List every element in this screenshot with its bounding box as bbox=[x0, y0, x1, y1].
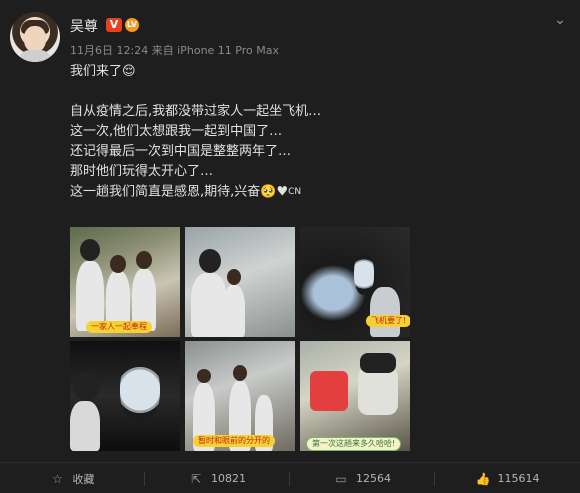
verified-badge-icon: V bbox=[106, 18, 122, 32]
photo-thumbnail[interactable]: 暂时和眼前的分开的 bbox=[185, 341, 295, 451]
repost-icon: ⇱ bbox=[190, 471, 202, 486]
level-badge-icon: LV bbox=[125, 18, 139, 32]
like-count: 115614 bbox=[497, 472, 540, 485]
thumbs-up-icon: 👍 bbox=[475, 471, 491, 486]
photo-caption: 飞机要了! bbox=[366, 315, 410, 327]
photo-caption: 第一次这趟来多久哈哈! bbox=[306, 437, 402, 451]
comment-count: 12564 bbox=[356, 472, 391, 485]
comment-icon: ▭ bbox=[335, 471, 347, 486]
photo-thumbnail[interactable]: 第一次这趟来多久哈哈! bbox=[300, 341, 410, 451]
post-line: 这一趟我们简直是感恩,期待,兴奋🥺♥CN bbox=[70, 184, 302, 200]
photo-thumbnail[interactable]: 一家人一起奉程 bbox=[70, 227, 180, 337]
post-meta: 11月6日 12:24 来自 iPhone 11 Pro Max bbox=[70, 44, 279, 57]
photo-thumbnail[interactable]: 飞机要了! bbox=[300, 227, 410, 337]
favorite-label: 收藏 bbox=[72, 472, 95, 486]
post-line: 那时他们玩得太开心了… bbox=[70, 164, 214, 179]
action-bar: ☆ 收藏 ⇱ 10821 ▭ 12564 👍 115614 bbox=[0, 464, 580, 493]
photo-thumbnail[interactable] bbox=[70, 341, 180, 451]
post-text: 我们来了😌 自从疫情之后,我都没带过家人一起坐飞机… 这一次,他们太想跟我一起到… bbox=[70, 62, 550, 203]
chevron-down-icon[interactable]: ⌄ bbox=[552, 12, 568, 28]
avatar[interactable] bbox=[10, 12, 60, 62]
repost-button[interactable]: ⇱ 10821 bbox=[145, 464, 290, 493]
weibo-post-card: 吴尊 V LV 11月6日 12:24 来自 iPhone 11 Pro Max… bbox=[0, 0, 580, 493]
like-button[interactable]: 👍 115614 bbox=[435, 464, 580, 493]
post-line: 这一次,他们太想跟我一起到中国了… bbox=[70, 124, 283, 139]
location-suffix: CN bbox=[288, 187, 302, 197]
favorite-button[interactable]: ☆ 收藏 bbox=[0, 464, 145, 493]
photo-thumbnail[interactable] bbox=[185, 227, 295, 337]
photo-caption: 一家人一起奉程 bbox=[86, 321, 152, 333]
repost-count: 10821 bbox=[211, 472, 246, 485]
photo-caption: 暂时和眼前的分开的 bbox=[193, 435, 275, 447]
comment-button[interactable]: ▭ 12564 bbox=[290, 464, 435, 493]
username[interactable]: 吴尊 bbox=[70, 16, 98, 36]
star-icon: ☆ bbox=[52, 471, 63, 486]
photo-grid: 一家人一起奉程 飞机要了! 暂时和眼前的分开的 第一次这趟来多久哈哈! bbox=[70, 227, 410, 451]
divider bbox=[0, 462, 580, 463]
post-line: 自从疫情之后,我都没带过家人一起坐飞机… bbox=[70, 104, 322, 119]
post-line: 我们来了😌 bbox=[70, 64, 136, 79]
post-line: 还记得最后一次到中国是整整两年了… bbox=[70, 144, 292, 159]
